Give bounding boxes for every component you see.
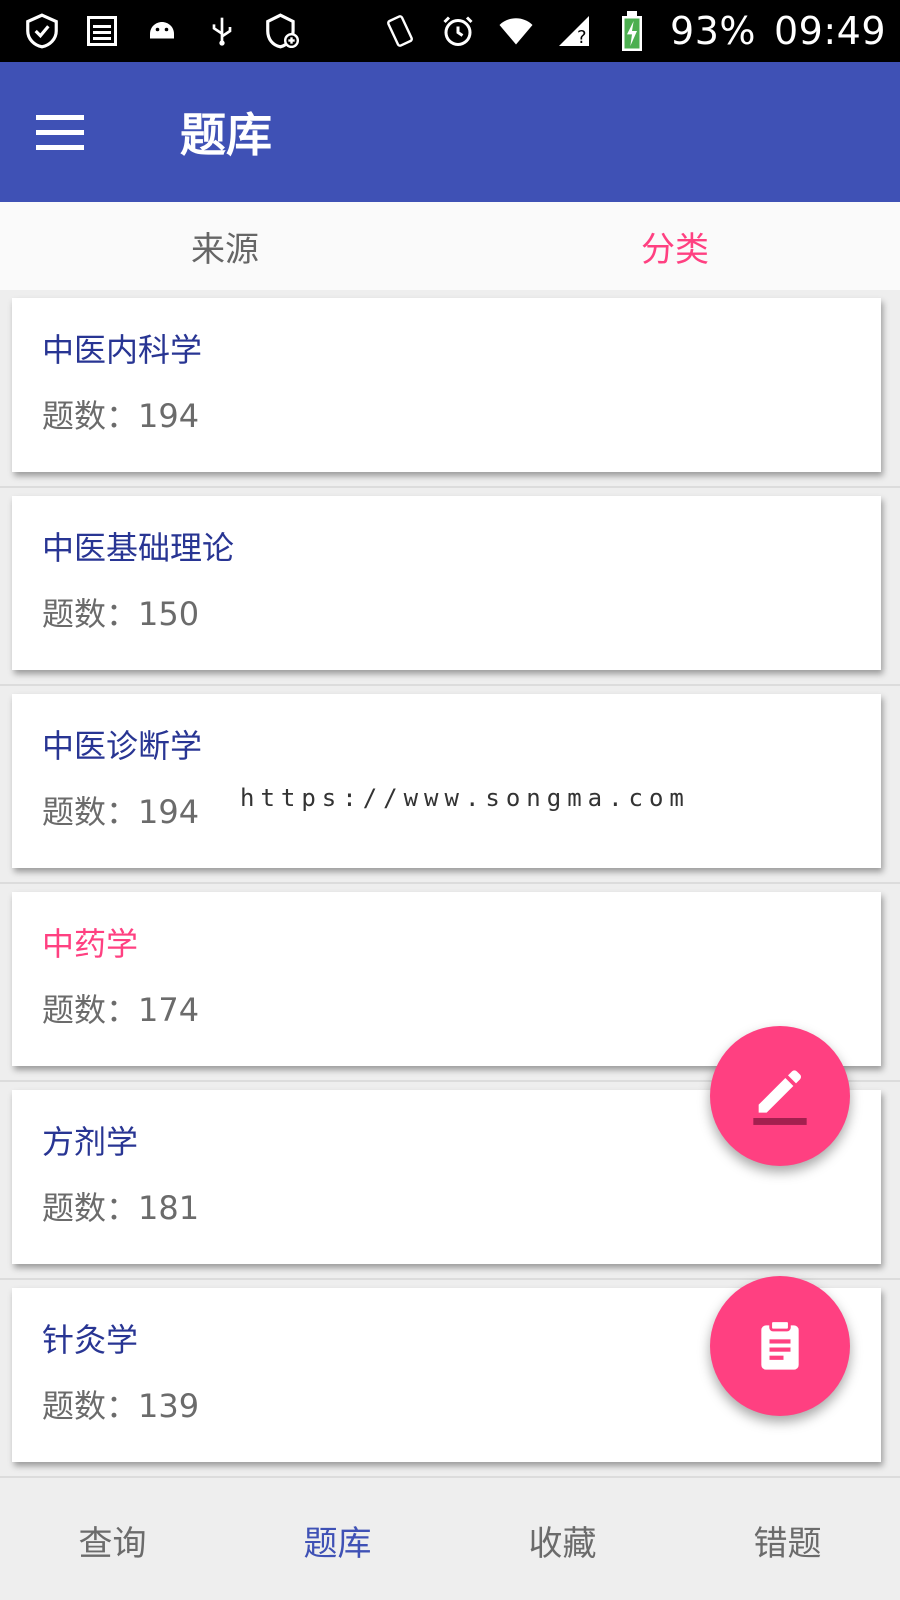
android-icon (142, 11, 182, 51)
watermark-text: https://www.songma.com (240, 784, 690, 812)
nav-item-favorites[interactable]: 收藏 (450, 1480, 675, 1600)
tab-source[interactable]: 来源 (0, 202, 450, 290)
app-bar: 题库 (0, 62, 900, 202)
battery-charging-icon (612, 11, 652, 51)
clipboard-icon (752, 1316, 808, 1376)
category-card-zhen-duan[interactable]: 中医诊断学 题数：194 (12, 694, 881, 868)
category-card-ji-chu[interactable]: 中医基础理论 题数：150 (12, 496, 881, 670)
shield-check-icon (22, 11, 62, 51)
status-icons-right: ? 93% 09:49 (380, 9, 886, 53)
category-title: 中医内科学 (42, 331, 203, 369)
clock-time: 09:49 (773, 9, 886, 53)
storage-icon (82, 11, 122, 51)
edit-fab-button[interactable] (710, 1026, 850, 1166)
tab-category[interactable]: 分类 (450, 202, 900, 290)
alarm-icon (438, 11, 478, 51)
status-icons-left (22, 11, 302, 51)
category-title: 中医诊断学 (42, 727, 203, 765)
battery-percent: 93% (670, 9, 756, 53)
nav-item-question-bank[interactable]: 题库 (225, 1480, 450, 1600)
list-item: 中医基础理论 题数：150 (0, 488, 900, 686)
nav-item-mistakes[interactable]: 错题 (675, 1480, 900, 1600)
page-title: 题库 (180, 108, 272, 162)
edit-icon (748, 1062, 812, 1130)
svg-text:?: ? (577, 27, 587, 48)
shield-plus-icon (262, 11, 302, 51)
vibrate-icon (380, 11, 420, 51)
question-count: 题数：181 (42, 1189, 200, 1227)
category-title: 中医基础理论 (42, 529, 235, 567)
menu-icon[interactable] (36, 102, 106, 162)
usb-icon (202, 11, 242, 51)
question-count: 题数：194 (42, 397, 200, 435)
clipboard-fab-button[interactable] (710, 1276, 850, 1416)
nav-item-search[interactable]: 查询 (0, 1480, 225, 1600)
category-card-nei-ke[interactable]: 中医内科学 题数：194 (12, 298, 881, 472)
question-count: 题数：174 (42, 991, 200, 1029)
list-item: 中医内科学 题数：194 (0, 290, 900, 488)
question-count: 题数：150 (42, 595, 200, 633)
status-bar: ? 93% 09:49 (0, 0, 900, 62)
signal-icon: ? (554, 11, 594, 51)
bottom-navigation: 查询 题库 收藏 错题 (0, 1480, 900, 1600)
category-title: 中药学 (42, 925, 139, 963)
wifi-icon (496, 11, 536, 51)
tab-bar: 来源 分类 (0, 202, 900, 290)
